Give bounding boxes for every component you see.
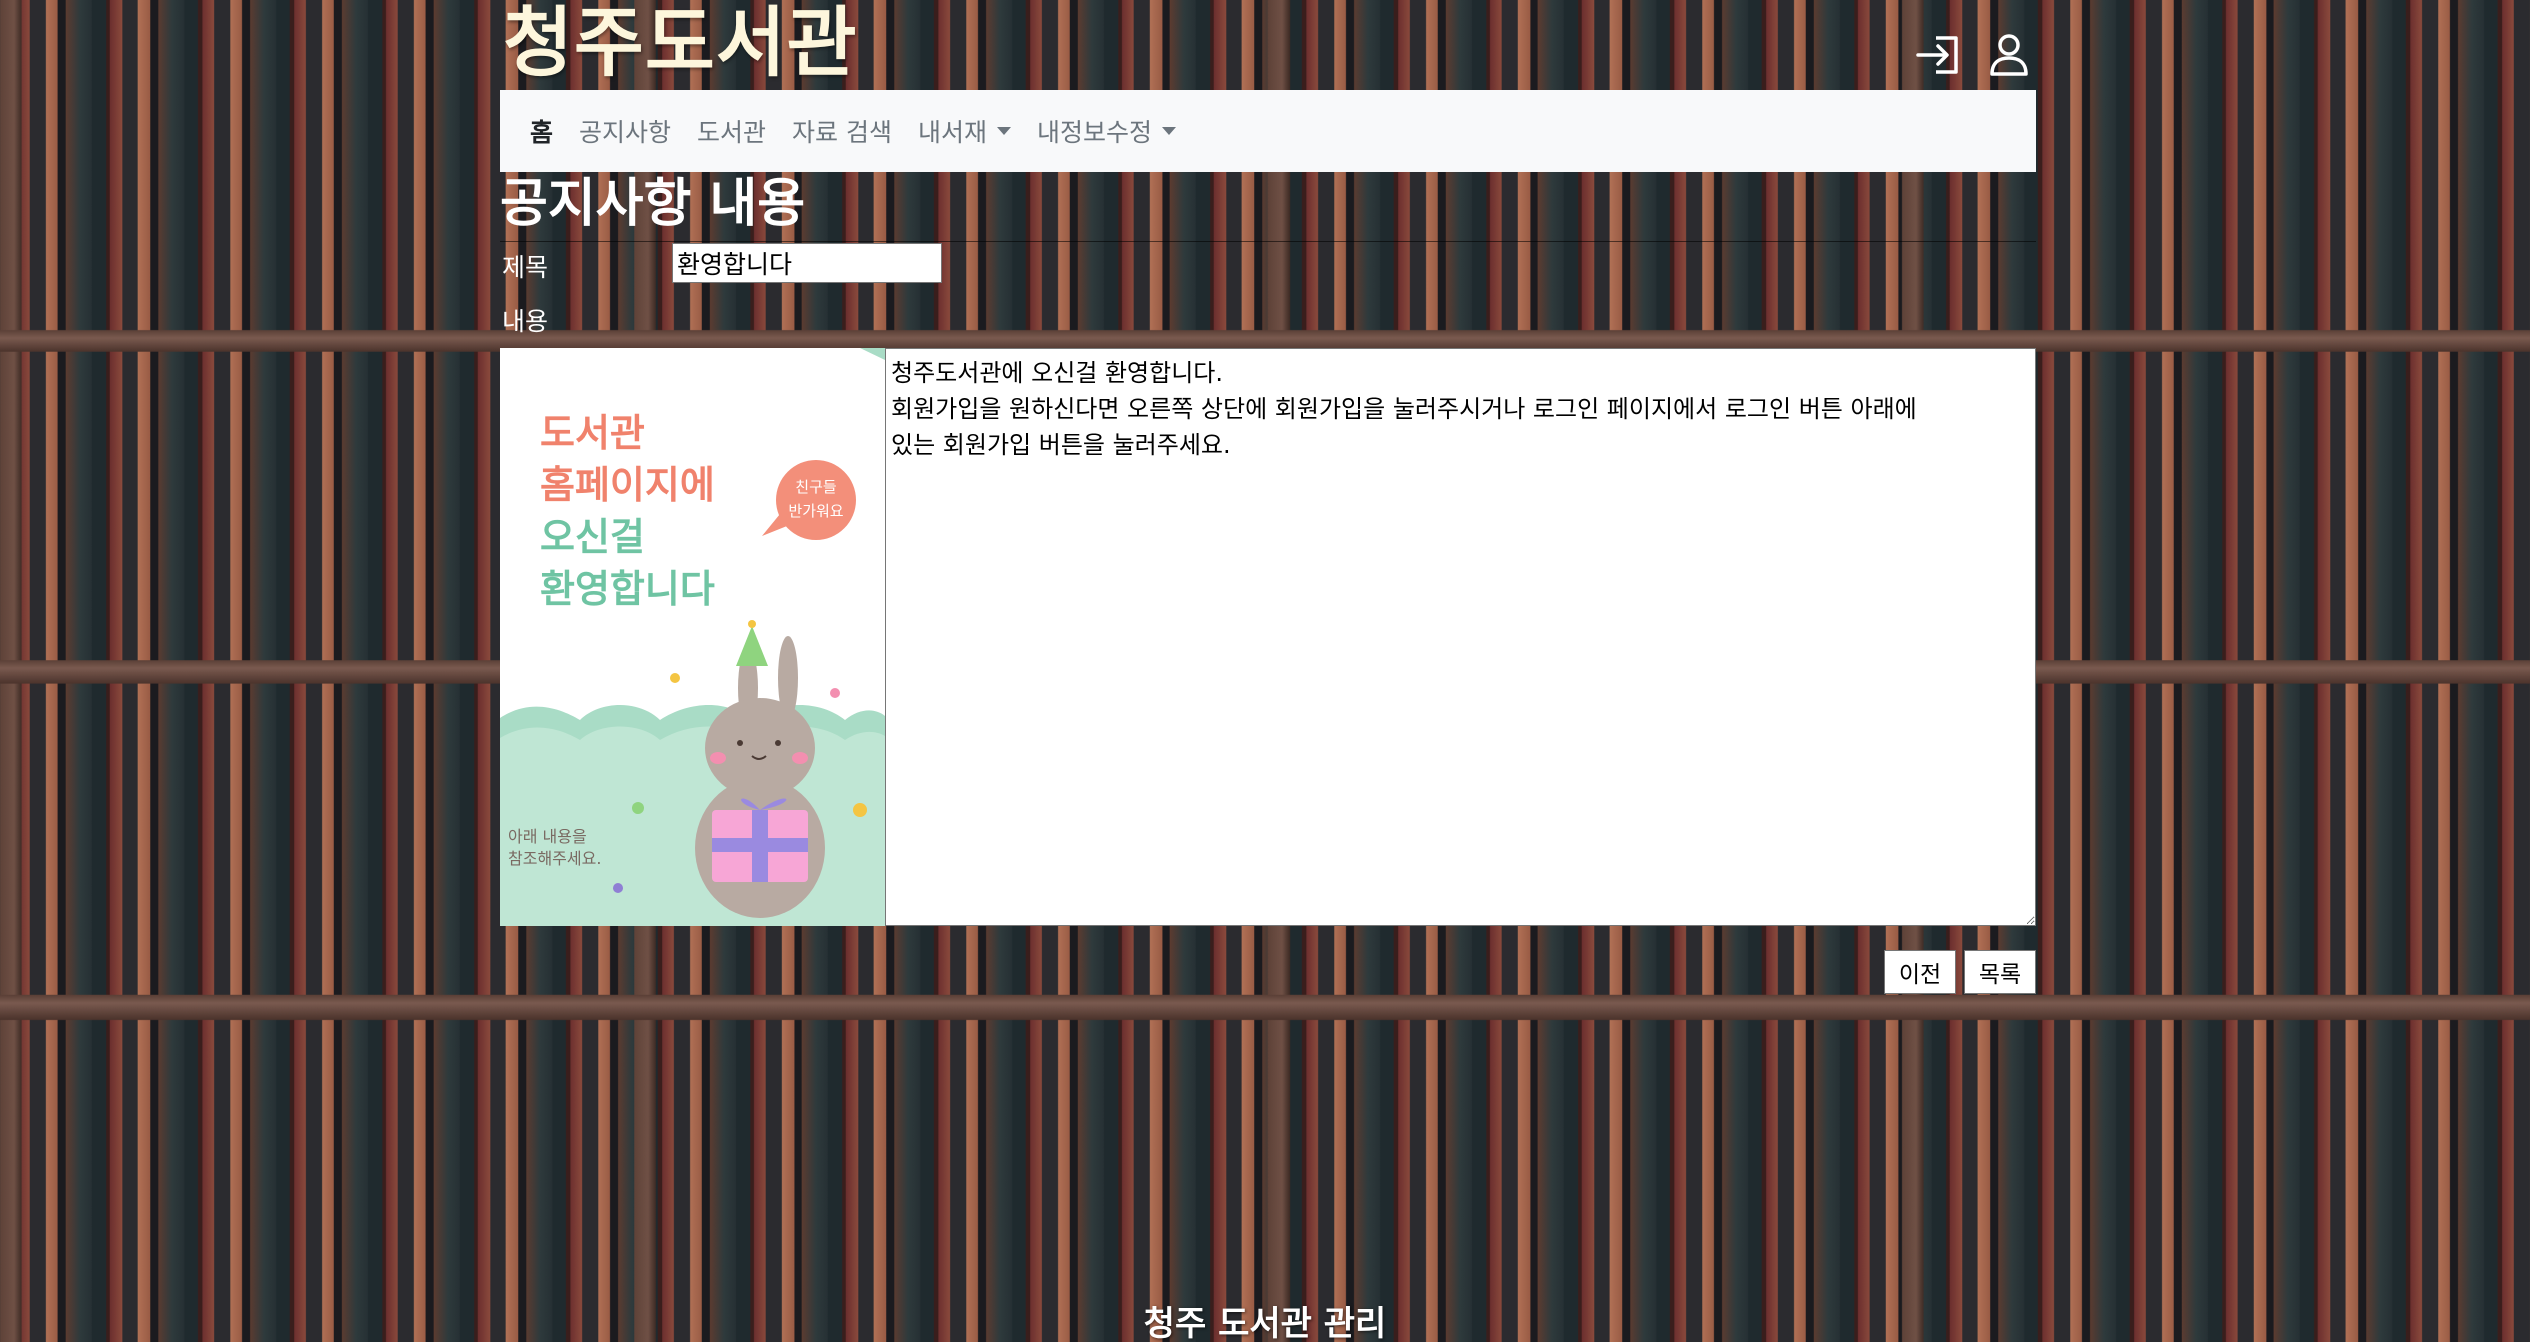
nav-my-shelf-dropdown[interactable]: 내서재 <box>918 113 1012 149</box>
header-icons <box>1914 30 2028 80</box>
heading-divider <box>500 241 2036 242</box>
nav-search-label: 자료 검색 <box>792 118 892 147</box>
caret-down-icon <box>1162 127 1177 135</box>
login-icon[interactable] <box>1914 30 1964 80</box>
nav-edit-profile-dropdown[interactable]: 내정보수정 <box>1037 113 1177 149</box>
poster-note-line1: 아래 내용을 <box>508 827 587 846</box>
caret-down-icon <box>997 127 1012 135</box>
nav-home-label: 홈 <box>530 118 554 147</box>
user-icon[interactable] <box>1984 30 2034 80</box>
content-textarea[interactable]: 청주도서관에 오신걸 환영합니다. 회원가입을 원하신다면 오른쪽 상단에 회원… <box>885 348 2036 926</box>
poster-line4: 환영합니다 <box>540 567 715 611</box>
content-label: 내용 <box>502 307 549 336</box>
page-title: 공지사항 내용 <box>500 174 806 234</box>
poster-note-line2: 참조해주세요. <box>508 849 601 868</box>
bubble-line2: 반가워요 <box>788 502 843 520</box>
bubble-line1: 친구들 <box>795 478 837 496</box>
main-navbar: 홈 공지사항 도서관 자료 검색 내서재 내정보수정 <box>500 90 2036 172</box>
site-title[interactable]: 청주도서관 <box>503 0 858 86</box>
poster-illustration: 도서관 홈페이지에 오신걸 환영합니다 친구들 반가워요 아래 내용을 참조해주… <box>500 348 885 926</box>
poster-line1: 도서관 <box>540 411 645 455</box>
footer-text: 청주 도서관 관리 <box>1143 1304 1387 1342</box>
nav-notice-label: 공지사항 <box>579 118 672 147</box>
nav-my-shelf-label: 내서재 <box>918 118 988 147</box>
poster-line3: 오신걸 <box>540 515 645 559</box>
list-button[interactable]: 목록 <box>1964 950 2036 994</box>
nav-search[interactable]: 자료 검색 <box>792 113 892 149</box>
title-label: 제목 <box>502 253 549 282</box>
content-area: 도서관 홈페이지에 오신걸 환영합니다 친구들 반가워요 아래 내용을 참조해주… <box>500 348 2036 926</box>
prev-button[interactable]: 이전 <box>1884 950 1956 994</box>
welcome-poster-image: 도서관 홈페이지에 오신걸 환영합니다 친구들 반가워요 아래 내용을 참조해주… <box>500 348 885 926</box>
poster-line2: 홈페이지에 <box>540 463 715 507</box>
nav-library[interactable]: 도서관 <box>697 113 766 149</box>
nav-library-label: 도서관 <box>697 118 767 147</box>
title-input[interactable] <box>672 243 942 283</box>
nav-home[interactable]: 홈 <box>530 113 553 149</box>
nav-edit-profile-label: 내정보수정 <box>1037 118 1153 147</box>
nav-notice[interactable]: 공지사항 <box>579 113 671 149</box>
